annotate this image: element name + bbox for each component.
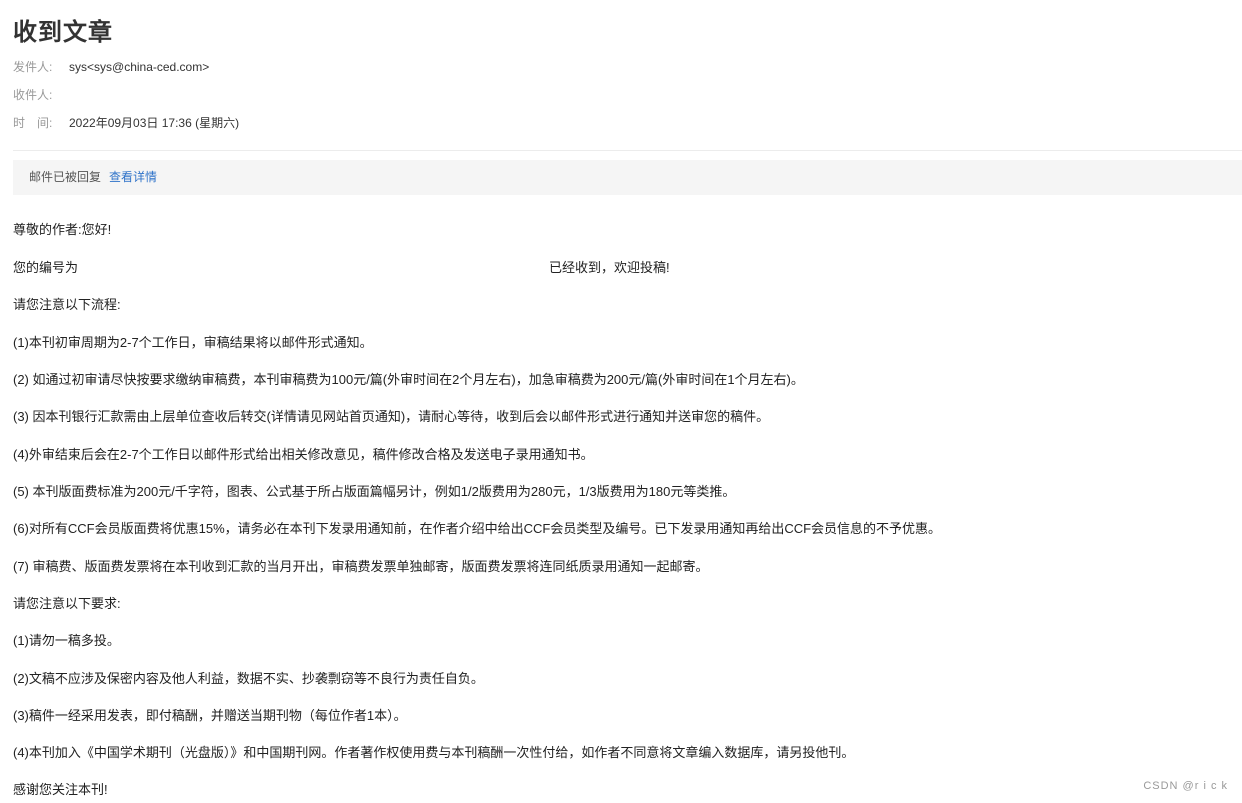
view-details-link[interactable]: 查看详情 <box>109 170 157 184</box>
requirement-item: (4)本刊加入《中国学术期刊（光盘版）》和中国期刊网。作者著作权使用费与本刊稿酬… <box>13 745 855 760</box>
process-item: (7) 审稿费、版面费发票将在本刊收到汇款的当月开出，审稿费发票单独邮寄，版面费… <box>13 559 709 574</box>
email-subject: 收到文章 <box>13 19 113 46</box>
greeting: 尊敬的作者:您好! <box>13 222 112 237</box>
process-item: (1)本刊初审周期为2-7个工作日，审稿结果将以邮件形式通知。 <box>13 335 373 350</box>
reply-notice-text: 邮件已被回复 <box>29 170 102 184</box>
requirements-title: 请您注意以下要求: <box>13 596 121 611</box>
process-item: (4)外审结束后会在2-7个工作日以邮件形式给出相关修改意见，稿件修改合格及发送… <box>13 447 594 462</box>
requirement-item: (1)请勿一稿多投。 <box>13 633 120 648</box>
process-title: 请您注意以下流程: <box>13 297 121 312</box>
email-view: 收到文章 发件人: sys<sys@china-ced.com> 收件人: 时 间… <box>0 0 1242 803</box>
sender-address[interactable]: sys<sys@china-ced.com> <box>69 60 209 74</box>
reply-notice-bar: 邮件已被回复 查看详情 <box>13 160 1242 195</box>
manuscript-number-suffix: 已经收到，欢迎投稿! <box>549 260 670 275</box>
requirement-item: (3)稿件一经采用发表，即付稿酬，并赠送当期刊物（每位作者1本）。 <box>13 708 407 723</box>
csdn-watermark: CSDN @r i c k <box>1143 780 1228 792</box>
recipient-label: 收件人: <box>13 88 53 102</box>
time-row: 时 间: 2022年09月03日 17:36 (星期六) <box>13 115 239 131</box>
requirement-item: (2)文稿不应涉及保密内容及他人利益，数据不实、抄袭剽窃等不良行为责任自负。 <box>13 671 484 686</box>
manuscript-number-line: 您的编号为 已经收到，欢迎投稿! <box>13 259 1013 277</box>
process-item: (3) 因本刊银行汇款需由上层单位查收后转交(详情请见网站首页通知)，请耐心等待… <box>13 409 770 424</box>
recipient-row: 收件人: <box>13 87 69 103</box>
time-label: 时 间: <box>13 116 53 130</box>
process-item: (5) 本刊版面费标准为200元/千字符，图表、公式基于所占版面篇幅另计，例如1… <box>13 484 736 499</box>
sender-row: 发件人: sys<sys@china-ced.com> <box>13 59 209 75</box>
header-divider <box>13 150 1242 151</box>
manuscript-number-prefix: 您的编号为 <box>13 260 79 275</box>
time-value: 2022年09月03日 17:36 (星期六) <box>69 116 240 130</box>
sender-label: 发件人: <box>13 60 53 74</box>
closing-line: 感谢您关注本刊! <box>13 782 108 797</box>
process-item: (6)对所有CCF会员版面费将优惠15%，请务必在本刊下发录用通知前，在作者介绍… <box>13 521 942 536</box>
process-item: (2) 如通过初审请尽快按要求缴纳审稿费，本刊审稿费为100元/篇(外审时间在2… <box>13 372 804 387</box>
